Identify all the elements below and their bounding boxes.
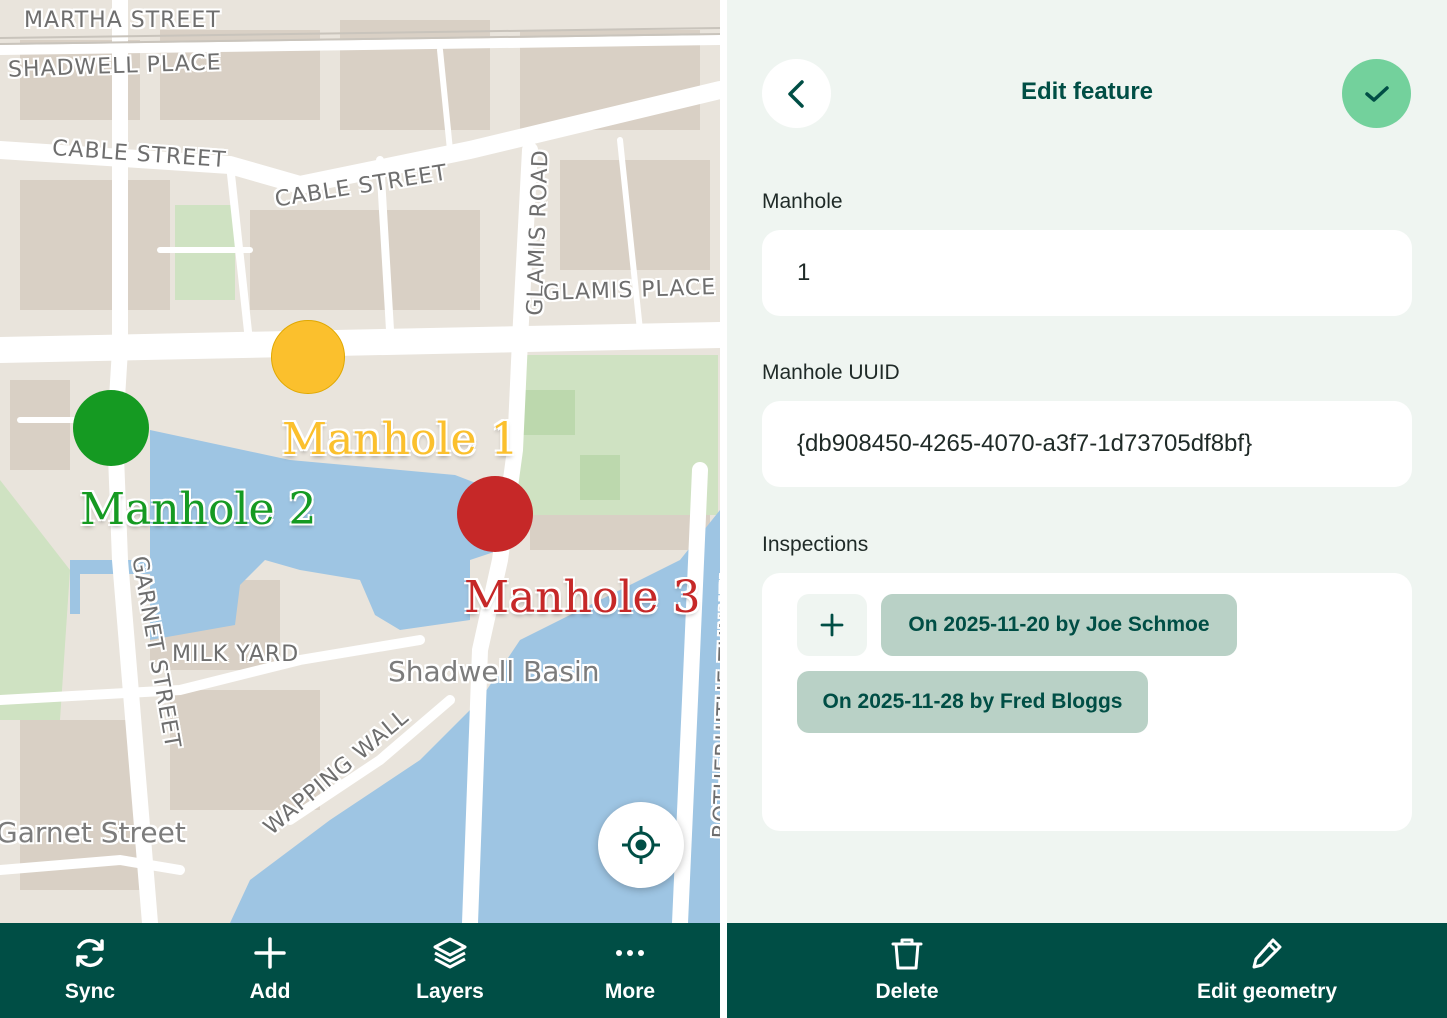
street-label-garnet-street-large: Garnet Street [0, 816, 186, 849]
plus-icon [254, 937, 286, 969]
manhole-3-label: Manhole 3 [464, 572, 701, 623]
manhole-field-label: Manhole [762, 190, 843, 213]
manhole-field[interactable]: 1 [762, 230, 1412, 316]
manhole-2-label: Manhole 2 [80, 484, 317, 535]
more-dots-icon [616, 950, 644, 956]
trash-icon [891, 938, 923, 970]
map-toolbar: Sync Add Layers More [0, 923, 720, 1018]
map-pane: MARTHA STREET SHADWELL PLACE CABLE STREE… [0, 0, 720, 1018]
manhole-field-value: 1 [797, 259, 811, 286]
locate-button[interactable] [598, 802, 684, 888]
confirm-button[interactable] [1342, 59, 1411, 128]
street-label-milk-yard: MILK YARD [172, 642, 300, 667]
edit-geometry-button[interactable]: Edit geometry [1177, 923, 1357, 1018]
manhole-1-label: Manhole 1 [282, 414, 519, 465]
plus-icon [820, 613, 844, 637]
uuid-field[interactable]: {db908450-4265-4070-a3f7-1d73705df8bf} [762, 401, 1412, 487]
manhole-2-marker[interactable] [73, 390, 149, 466]
locate-crosshair-icon [622, 826, 660, 864]
sync-icon [76, 938, 104, 968]
inspections-field-label: Inspections [762, 533, 869, 556]
app-root: MARTHA STREET SHADWELL PLACE CABLE STREE… [0, 0, 1447, 1018]
edit-geometry-label: Edit geometry [1196, 980, 1338, 1003]
uuid-field-label: Manhole UUID [762, 361, 900, 384]
add-button[interactable]: Add [180, 923, 360, 1018]
checkmark-icon [1364, 85, 1389, 102]
inspection-chip[interactable]: On 2025-11-28 by Fred Bloggs [797, 671, 1148, 733]
area-label-shadwell-basin: Shadwell Basin [388, 655, 600, 688]
back-button[interactable] [762, 59, 831, 128]
layers-label: Layers [416, 980, 484, 1003]
pane-divider [720, 0, 727, 1018]
delete-button[interactable]: Delete [847, 923, 967, 1018]
layers-button[interactable]: Layers [360, 923, 540, 1018]
add-label: Add [249, 980, 291, 1003]
chevron-left-icon [787, 79, 804, 108]
delete-label: Delete [875, 980, 939, 1003]
sync-label: Sync [64, 980, 116, 1003]
sync-button[interactable]: Sync [0, 923, 180, 1018]
more-label: More [604, 980, 656, 1003]
page-title: Edit feature [1020, 78, 1154, 105]
add-inspection-button[interactable] [797, 594, 867, 656]
form-toolbar: Delete Edit geometry [727, 923, 1447, 1018]
layers-icon [433, 937, 467, 969]
inspection-chip[interactable]: On 2025-11-20 by Joe Schmoe [881, 594, 1237, 656]
manhole-1-marker[interactable] [271, 320, 345, 394]
street-label-martha-street: MARTHA STREET [24, 8, 221, 33]
uuid-field-value: {db908450-4265-4070-a3f7-1d73705df8bf} [797, 430, 1253, 457]
manhole-3-marker[interactable] [457, 476, 533, 552]
edit-feature-pane: Edit feature Manhole 1 Manhole UUID {db9… [727, 0, 1447, 1018]
pencil-icon [1252, 938, 1282, 969]
more-button[interactable]: More [540, 923, 720, 1018]
